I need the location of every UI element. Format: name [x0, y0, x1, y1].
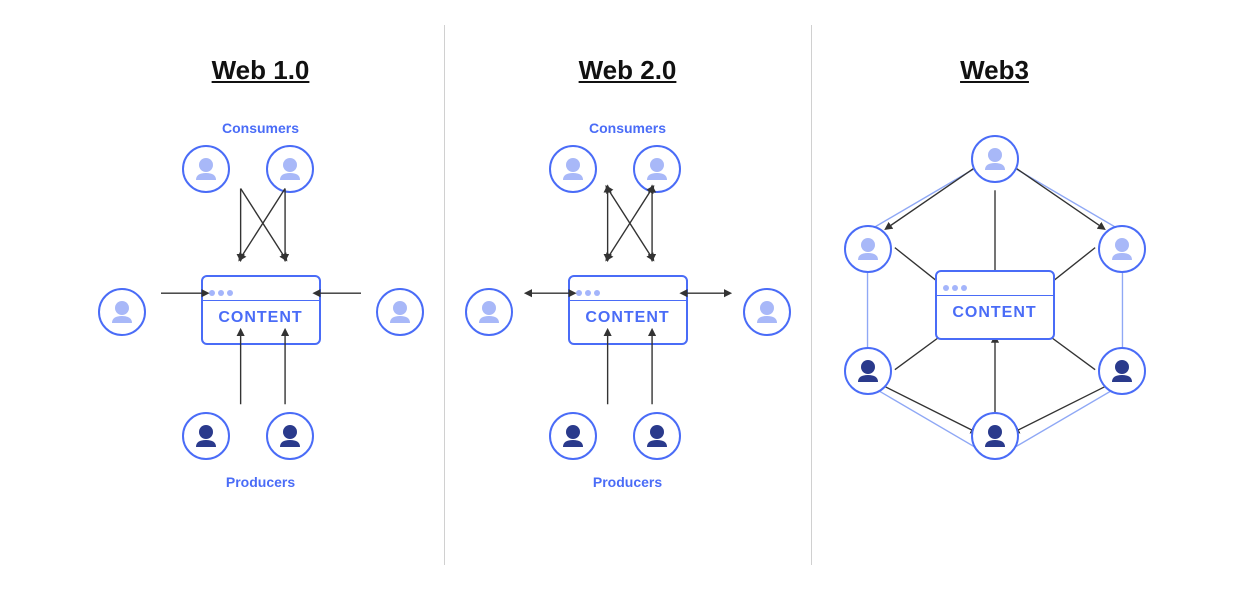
web3-content-box: CONTENT: [935, 270, 1055, 340]
web1-producers-label: Producers: [226, 474, 295, 490]
web1-consumers-label: Consumers: [222, 120, 299, 136]
web1-section: Web 1.0 Consumers CONTENT: [78, 25, 445, 565]
web3-top: [971, 135, 1019, 183]
web3-bot-left: [844, 347, 892, 395]
web2-title: Web 2.0: [455, 55, 801, 86]
web2-producer-left: [549, 412, 597, 460]
web3-top-right: [1098, 225, 1146, 273]
web2-section: Web 2.0 Consumers CONTENT: [445, 25, 812, 565]
web2-content-label: CONTENT: [575, 301, 679, 335]
web2-consumer-left: [549, 145, 597, 193]
web1-content-label: CONTENT: [208, 301, 312, 335]
web1-consumer-right: [266, 145, 314, 193]
web2-content-box: CONTENT: [568, 275, 688, 345]
web3-title: Web3: [822, 55, 1168, 86]
web1-producer-left: [182, 412, 230, 460]
web3-top-left: [844, 225, 892, 273]
web3-section: Web3: [812, 25, 1178, 565]
diagram-container: Web 1.0 Consumers CONTENT: [78, 25, 1178, 565]
web3-content-label: CONTENT: [942, 296, 1046, 330]
web1-producer-right: [266, 412, 314, 460]
web1-consumer-left: [182, 145, 230, 193]
web1-side-left: [98, 288, 146, 336]
web3-bot-right: [1098, 347, 1146, 395]
web2-side-left: [465, 288, 513, 336]
web1-title: Web 1.0: [88, 55, 434, 86]
web1-content-box: CONTENT: [201, 275, 321, 345]
web3-bottom: [971, 412, 1019, 460]
web1-side-right: [376, 288, 424, 336]
web2-producer-right: [633, 412, 681, 460]
web2-producers-label: Producers: [593, 474, 662, 490]
web2-consumers-label: Consumers: [589, 120, 666, 136]
web2-consumer-right: [633, 145, 681, 193]
web2-side-right: [743, 288, 791, 336]
